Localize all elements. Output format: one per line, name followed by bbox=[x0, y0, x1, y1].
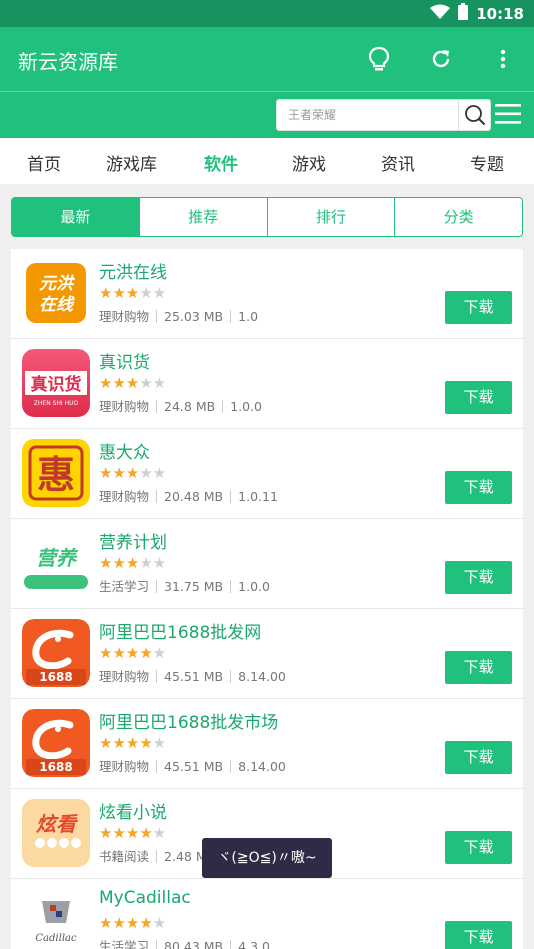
rating-stars: ★★★★★ bbox=[99, 644, 167, 662]
tab-games[interactable]: 游戏 bbox=[292, 150, 326, 175]
list-item[interactable]: 营养 营养计划 ★★★★★ 生活学习 31.75 MB 1.0.0 下载 bbox=[11, 519, 523, 609]
svg-text:真识货: 真识货 bbox=[31, 374, 82, 395]
rating-stars: ★★★★★ bbox=[99, 554, 167, 572]
app-meta: 理财购物 25.03 MB 1.0 bbox=[99, 309, 259, 324]
search-box bbox=[276, 99, 491, 131]
download-button[interactable]: 下载 bbox=[445, 651, 512, 684]
app-name[interactable]: 元洪在线 bbox=[99, 258, 167, 283]
rating-stars: ★★★★★ bbox=[99, 374, 167, 392]
svg-text:惠: 惠 bbox=[37, 453, 75, 497]
search-icon[interactable] bbox=[458, 100, 490, 130]
app-meta: 理财购物 24.8 MB 1.0.0 bbox=[99, 399, 262, 414]
app-name[interactable]: 真识货 bbox=[99, 348, 150, 373]
app-icon-yuanhong: 元洪 在线 bbox=[22, 259, 90, 327]
app-meta: 生活学习 31.75 MB 1.0.0 bbox=[99, 579, 270, 594]
segment-category[interactable]: 分类 bbox=[394, 198, 522, 236]
app-meta: 理财购物 45.51 MB 8.14.00 bbox=[99, 759, 286, 774]
search-input[interactable] bbox=[277, 100, 459, 130]
app-name[interactable]: 惠大众 bbox=[99, 438, 150, 463]
app-icon-yingyang: 营养 bbox=[22, 529, 90, 597]
app-icon-mycadillac: Cadillac bbox=[22, 889, 90, 949]
list-item[interactable]: 真识货 ZHEN SHI HUO 真识货 ★★★★★ 理财购物 24.8 MB 1.0… bbox=[11, 339, 523, 429]
app-name[interactable]: MyCadillac bbox=[99, 888, 191, 908]
app-meta: 书籍阅读 2.48 MB bbox=[99, 849, 216, 864]
rating-stars: ★★★★★ bbox=[99, 734, 167, 752]
status-icons: 10:18 bbox=[430, 3, 524, 24]
app-meta: 理财购物 45.51 MB 8.14.00 bbox=[99, 669, 286, 684]
download-button[interactable]: 下载 bbox=[445, 561, 512, 594]
tab-news[interactable]: 资讯 bbox=[381, 150, 415, 175]
list-item[interactable]: Cadillac MyCadillac ★★★★★ 生活学习 80.43 MB 4.… bbox=[11, 879, 523, 949]
segment-recommended[interactable]: 推荐 bbox=[138, 198, 267, 236]
rating-stars: ★★★★★ bbox=[99, 284, 167, 302]
app-icon-xuankan: 炫看 bbox=[22, 799, 90, 867]
refresh-icon[interactable] bbox=[426, 44, 456, 74]
rating-stars: ★★★★★ bbox=[99, 824, 167, 842]
app-title: 新云资源库 bbox=[18, 50, 118, 74]
app-icon-alibaba-1688-market: 1688 bbox=[22, 709, 90, 777]
app-meta: 理财购物 20.48 MB 1.0.11 bbox=[99, 489, 278, 504]
svg-text:Cadillac: Cadillac bbox=[35, 933, 77, 944]
toast-message: ヾ(≧O≦)〃嗷~ bbox=[202, 838, 332, 878]
svg-text:在线: 在线 bbox=[39, 295, 75, 315]
list-item[interactable]: 元洪 在线 元洪在线 ★★★★★ 理财购物 25.03 MB 1.0 下载 bbox=[11, 249, 523, 339]
download-button[interactable]: 下载 bbox=[445, 831, 512, 864]
app-name[interactable]: 营养计划 bbox=[99, 528, 167, 553]
segment-latest[interactable]: 最新 bbox=[12, 198, 139, 236]
menu-icon[interactable] bbox=[494, 102, 524, 128]
tab-game-library[interactable]: 游戏库 bbox=[106, 150, 157, 175]
search-bar bbox=[0, 91, 534, 138]
app-icon-huidazhong: 惠 bbox=[22, 439, 90, 507]
svg-text:1688: 1688 bbox=[39, 760, 72, 774]
segment-ranking[interactable]: 排行 bbox=[266, 198, 395, 236]
download-button[interactable]: 下载 bbox=[445, 381, 512, 414]
download-button[interactable]: 下载 bbox=[445, 741, 512, 774]
download-button[interactable]: 下载 bbox=[445, 921, 512, 949]
app-name[interactable]: 阿里巴巴1688批发市场 bbox=[99, 708, 278, 733]
svg-text:炫看: 炫看 bbox=[36, 812, 78, 836]
svg-text:元洪: 元洪 bbox=[39, 274, 76, 294]
list-item[interactable]: 1688 阿里巴巴1688批发市场 ★★★★★ 理财购物 45.51 MB 8.14… bbox=[11, 699, 523, 789]
list-item[interactable]: 惠 惠大众 ★★★★★ 理财购物 20.48 MB 1.0.11 下载 bbox=[11, 429, 523, 519]
battery-icon bbox=[458, 3, 469, 24]
more-vert-icon[interactable] bbox=[488, 44, 518, 74]
svg-text:营养: 营养 bbox=[36, 546, 79, 570]
app-icon-zhenshihuo: 真识货 ZHEN SHI HUO bbox=[22, 349, 90, 417]
wifi-icon bbox=[430, 4, 451, 24]
svg-text:ZHEN SHI HUO: ZHEN SHI HUO bbox=[34, 400, 79, 407]
list-item[interactable]: 1688 阿里巴巴1688批发网 ★★★★★ 理财购物 45.51 MB 8.14.… bbox=[11, 609, 523, 699]
category-tabs: 首页 游戏库 软件 游戏 资讯 专题 bbox=[0, 138, 534, 184]
svg-text:1688: 1688 bbox=[39, 670, 72, 684]
status-time: 10:18 bbox=[476, 4, 524, 23]
tab-software[interactable]: 软件 bbox=[204, 150, 238, 175]
app-bar: 新云资源库 bbox=[0, 27, 534, 91]
lightbulb-icon[interactable] bbox=[364, 44, 394, 74]
tab-home[interactable]: 首页 bbox=[27, 150, 61, 175]
sort-segmented-control: 最新 推荐 排行 分类 bbox=[11, 197, 523, 237]
app-meta: 生活学习 80.43 MB 4.3.0 bbox=[99, 936, 270, 949]
download-button[interactable]: 下载 bbox=[445, 291, 512, 324]
app-icon-alibaba-1688: 1688 bbox=[22, 619, 90, 687]
status-bar: 10:18 bbox=[0, 0, 534, 27]
rating-stars: ★★★★★ bbox=[99, 464, 167, 482]
download-button[interactable]: 下载 bbox=[445, 471, 512, 504]
rating-stars: ★★★★★ bbox=[99, 914, 167, 932]
app-name[interactable]: 炫看小说 bbox=[99, 798, 167, 823]
app-name[interactable]: 阿里巴巴1688批发网 bbox=[99, 618, 261, 643]
tab-topics[interactable]: 专题 bbox=[470, 150, 504, 175]
